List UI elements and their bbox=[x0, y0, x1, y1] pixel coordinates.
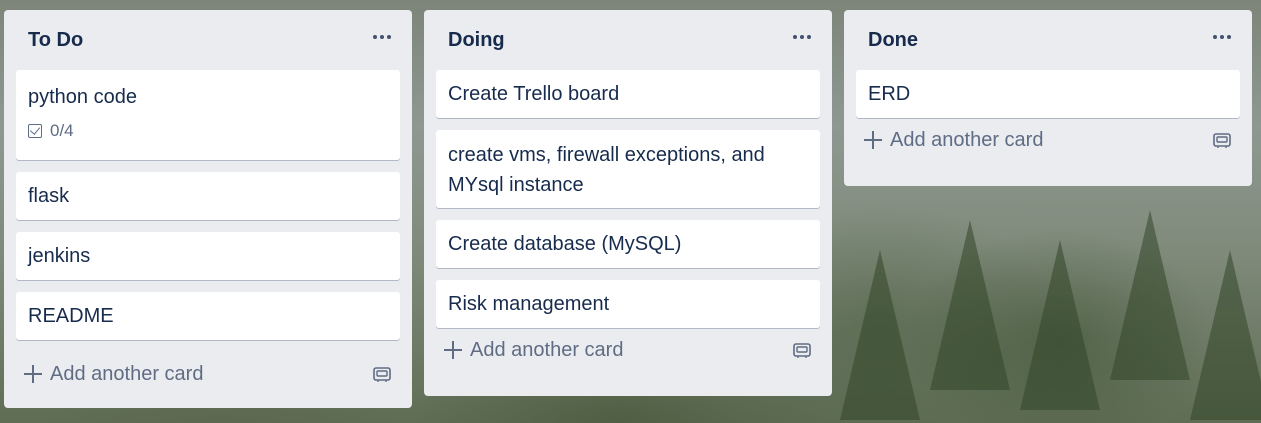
plus-icon bbox=[444, 341, 462, 359]
card-python-code[interactable]: python code 0/4 bbox=[16, 70, 400, 160]
card-title: python code bbox=[28, 86, 137, 108]
ellipsis-icon bbox=[793, 35, 811, 39]
background-tree bbox=[840, 250, 920, 420]
add-card-label: Add another card bbox=[470, 338, 624, 361]
background-tree bbox=[1110, 210, 1190, 380]
add-card-row: Add another card bbox=[436, 326, 820, 374]
list-title[interactable]: Doing bbox=[448, 29, 505, 52]
list-done: Done ERD Add another card bbox=[844, 10, 1252, 186]
checkbox-icon bbox=[28, 124, 42, 138]
card-title: Risk management bbox=[448, 293, 610, 315]
add-card-button[interactable]: Add another card bbox=[444, 339, 623, 362]
card-title: Create database (MySQL) bbox=[448, 233, 682, 255]
card-erd[interactable]: ERD bbox=[856, 70, 1240, 118]
card-risk-management[interactable]: Risk management bbox=[436, 280, 820, 328]
add-card-label: Add another card bbox=[50, 362, 204, 385]
add-card-row: Add another card bbox=[16, 350, 400, 398]
list-menu-button[interactable] bbox=[788, 26, 816, 54]
card-template-icon[interactable] bbox=[792, 340, 812, 360]
card-template-icon[interactable] bbox=[372, 364, 392, 384]
card-create-database[interactable]: Create database (MySQL) bbox=[436, 220, 820, 268]
background-tree bbox=[1190, 250, 1261, 420]
add-card-row: Add another card bbox=[856, 116, 1240, 164]
ellipsis-icon bbox=[373, 35, 391, 39]
checklist-count: 0/4 bbox=[50, 121, 74, 140]
card-title: flask bbox=[28, 185, 70, 207]
list-menu-button[interactable] bbox=[1208, 26, 1236, 54]
card-flask[interactable]: flask bbox=[16, 172, 400, 220]
card-template-icon[interactable] bbox=[1212, 130, 1232, 150]
ellipsis-icon bbox=[1213, 35, 1231, 39]
list-to-do: To Do python code 0/4 flask jenkins READ… bbox=[4, 10, 412, 408]
list-header: Done bbox=[856, 10, 1240, 70]
background-tree bbox=[930, 220, 1010, 390]
list-title[interactable]: To Do bbox=[28, 29, 83, 52]
list-doing: Doing Create Trello board create vms, fi… bbox=[424, 10, 832, 396]
add-card-button[interactable]: Add another card bbox=[24, 363, 203, 386]
add-card-label: Add another card bbox=[890, 128, 1044, 151]
card-title: jenkins bbox=[28, 245, 91, 267]
list-header: Doing bbox=[436, 10, 820, 70]
list-header: To Do bbox=[16, 10, 400, 70]
card-title: README bbox=[28, 305, 114, 327]
list-menu-button[interactable] bbox=[368, 26, 396, 54]
card-jenkins[interactable]: jenkins bbox=[16, 232, 400, 280]
card-create-trello-board[interactable]: Create Trello board bbox=[436, 70, 820, 118]
card-title: create vms, firewall exceptions, and MYs… bbox=[448, 144, 765, 196]
plus-icon bbox=[24, 365, 42, 383]
plus-icon bbox=[864, 131, 882, 149]
card-readme[interactable]: README bbox=[16, 292, 400, 340]
add-card-button[interactable]: Add another card bbox=[864, 129, 1043, 152]
background-tree bbox=[1020, 240, 1100, 410]
card-title: Create Trello board bbox=[448, 83, 620, 105]
checklist-badge: 0/4 bbox=[28, 116, 388, 146]
list-title[interactable]: Done bbox=[868, 29, 918, 52]
card-create-vms[interactable]: create vms, firewall exceptions, and MYs… bbox=[436, 130, 820, 208]
card-title: ERD bbox=[868, 83, 911, 105]
